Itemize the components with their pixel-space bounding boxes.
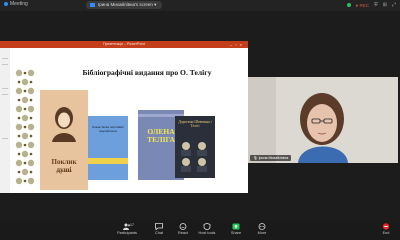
chat-button[interactable]: Chat: [146, 223, 172, 235]
participant-image: [248, 77, 398, 163]
thumbnail-line: [2, 94, 8, 95]
zoom-logo-icon: [4, 2, 8, 6]
smiley-icon: [179, 223, 187, 230]
slide-title: Бібліографічні видання про О. Телігу: [82, 68, 212, 77]
share-label: Іринa Михайлівна's screen: [98, 2, 153, 7]
more-icon: [258, 223, 266, 230]
shield-icon: [203, 223, 211, 230]
host-tools-label: Host tools: [198, 231, 216, 235]
more-button[interactable]: More: [249, 223, 275, 235]
thumbnail-line: [2, 64, 8, 65]
grid-view-icon[interactable]: ⊞: [383, 2, 387, 8]
book-title: Олена Теліга: життєвий і творчий шлях: [92, 125, 124, 133]
connection-status-icon: [346, 3, 351, 7]
screen-share-indicator[interactable]: Іринa Михайлівна's screen ▾: [86, 1, 163, 9]
share-screen-icon: [232, 223, 240, 230]
thumbnail-line: [2, 58, 8, 59]
decorative-pattern: [15, 69, 35, 185]
powerpoint-title-bar: Презентація – PowerPoint –▫×: [0, 41, 248, 48]
top-bar: Meeting Іринa Михайлівна's screen ▾ ● RE…: [0, 0, 400, 11]
share-button[interactable]: Share: [223, 223, 249, 235]
host-tools-button[interactable]: Host tools: [194, 223, 220, 235]
book-cover-2: Олена Теліга: життєвий і творчий шлях: [88, 116, 128, 180]
book-subtitle: Олена Теліга: [56, 170, 72, 173]
end-call-icon: [382, 223, 390, 230]
slide-thumbnail-panel: [0, 48, 10, 193]
thumbnail-line: [2, 88, 8, 89]
participant-video[interactable]: 🎙 Іринa Михайлівна: [248, 77, 398, 163]
thumbnail-line: [2, 138, 8, 139]
participant-name-text: Іринa Михайлівна: [258, 156, 289, 160]
end-button[interactable]: End: [373, 223, 399, 235]
close-icon[interactable]: ×: [240, 42, 245, 47]
react-label: React: [178, 231, 188, 235]
portrait-illustration: [52, 107, 76, 142]
chat-label: Chat: [154, 231, 164, 235]
book-cover-4: Дорогами Шевченка і Телігі: [175, 116, 215, 178]
participants-label: Participants: [117, 231, 137, 235]
mic-muted-icon: 🎙: [253, 156, 258, 160]
slide: Бібліографічні видання про О. Телігу Пок…: [10, 48, 248, 193]
portraits-illustration: [181, 142, 207, 172]
participants-count: 17: [130, 223, 134, 227]
window-controls: –▫×: [230, 42, 245, 47]
app-title: Meeting: [4, 1, 28, 7]
powerpoint-title: Презентація – PowerPoint: [103, 42, 145, 46]
participants-button[interactable]: 17 Participants: [114, 223, 140, 235]
book-cover-1: Поклик душі Олена Теліга: [40, 90, 88, 190]
book-stripe: [88, 158, 128, 164]
meeting-toolbar: 17 Participants Chat React Host tools Sh…: [0, 220, 400, 240]
share-label: Share: [230, 231, 242, 235]
recording-indicator[interactable]: ● REC: [356, 3, 369, 8]
window-title: Meeting: [10, 1, 28, 7]
participant-name: 🎙 Іринa Михайлівна: [250, 155, 292, 161]
window-tools: ● REC ⛨ ⊞ ⤢: [346, 1, 396, 9]
screen-share-icon: [90, 2, 95, 7]
shield-icon[interactable]: ⛨: [374, 2, 378, 8]
end-label: End: [382, 231, 390, 235]
recording-label: REC: [359, 2, 370, 8]
react-button[interactable]: React: [170, 223, 196, 235]
book-title: Дорогами Шевченка і Телігі: [178, 120, 212, 129]
more-label: More: [257, 231, 267, 235]
fullscreen-icon[interactable]: ⤢: [392, 2, 396, 8]
chat-icon: [155, 223, 163, 230]
